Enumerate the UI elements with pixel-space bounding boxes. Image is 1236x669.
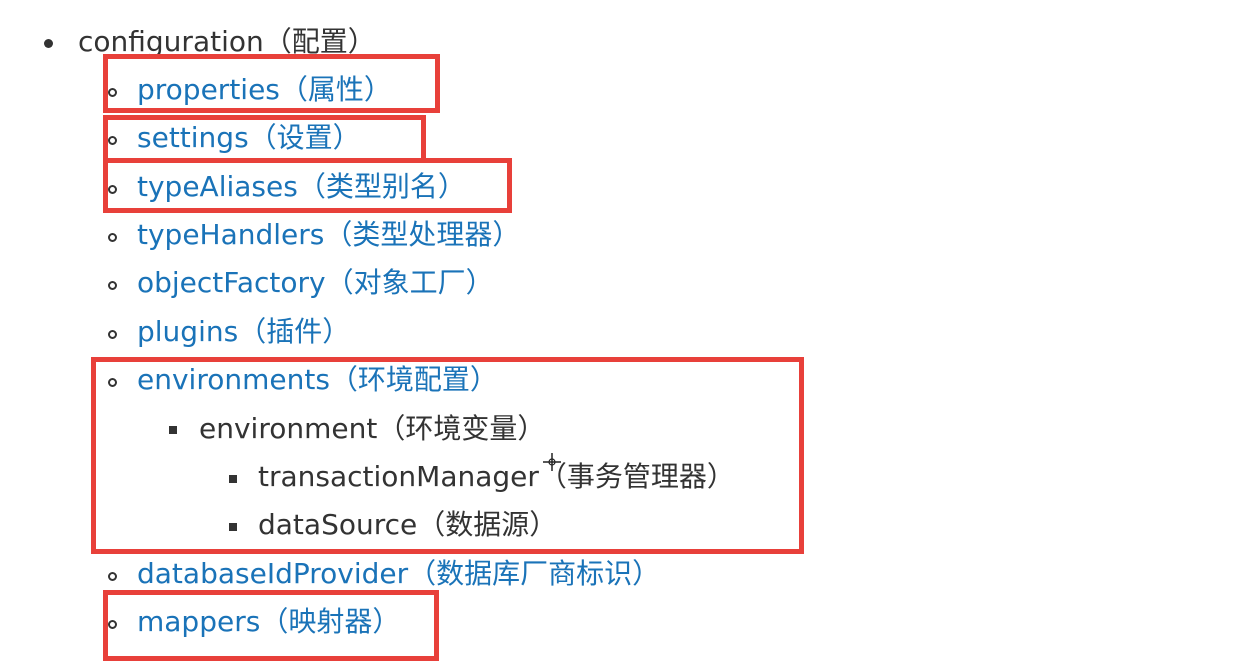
highlight-box-mappers (103, 590, 439, 661)
highlight-box-typealiases (103, 158, 512, 213)
item-zh[interactable]: （插件） (238, 315, 350, 348)
bullet-circle (108, 281, 117, 290)
item-label[interactable]: typeHandlers (137, 218, 324, 251)
item-zh[interactable]: （类型处理器） (324, 218, 520, 251)
highlight-box-settings (103, 115, 426, 163)
list-item-typehandlers[interactable]: typeHandlers（类型处理器） (137, 217, 520, 253)
list-item-plugins[interactable]: plugins（插件） (137, 314, 350, 350)
bullet-circle (108, 330, 117, 339)
list-item-databaseidprovider[interactable]: databaseIdProvider（数据库厂商标识） (137, 556, 660, 592)
item-label[interactable]: objectFactory (137, 266, 326, 299)
crosshair-cursor-icon (543, 453, 561, 471)
bullet-circle (108, 572, 117, 581)
list-item-objectfactory[interactable]: objectFactory（对象工厂） (137, 265, 494, 301)
item-label[interactable]: databaseIdProvider (137, 557, 408, 590)
bullet-disc (44, 39, 53, 48)
item-zh[interactable]: （数据库厂商标识） (408, 557, 660, 590)
highlight-box-properties (103, 54, 440, 113)
item-zh[interactable]: （对象工厂） (326, 266, 494, 299)
item-label[interactable]: plugins (137, 315, 238, 348)
highlight-box-environments (91, 357, 804, 554)
bullet-circle (108, 233, 117, 242)
